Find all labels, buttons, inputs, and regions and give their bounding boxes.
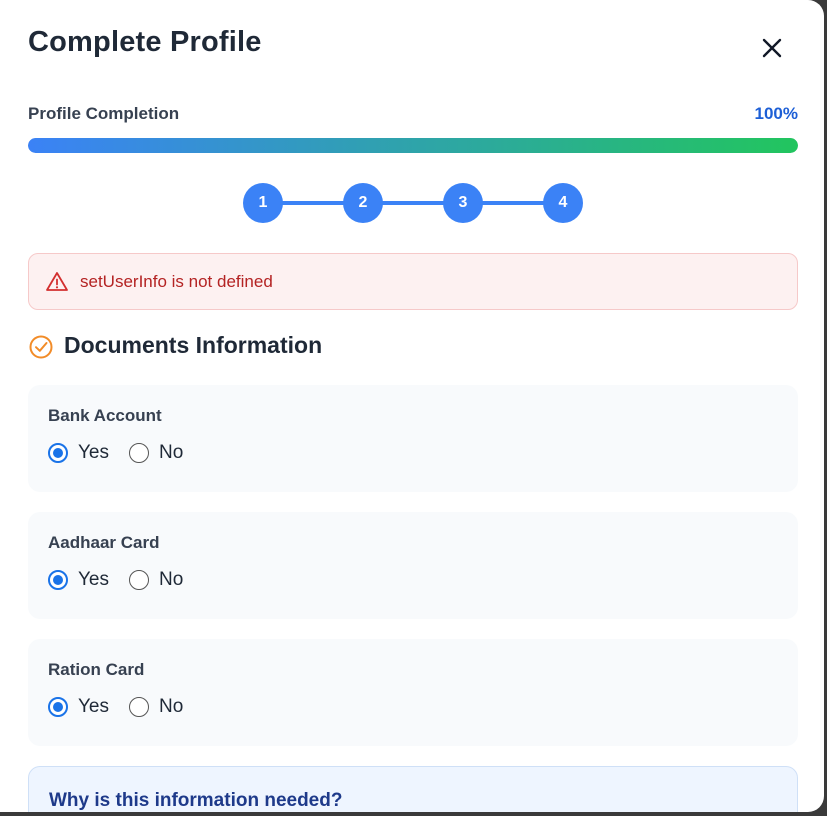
radio-label: No [159,696,184,717]
complete-profile-modal: Complete Profile Profile Completion 100%… [0,0,824,812]
profile-completion-label: Profile Completion [28,104,180,123]
radio-button[interactable] [48,570,68,590]
document-label: Aadhaar Card [48,533,160,552]
close-button[interactable] [757,33,787,63]
document-label: Ration Card [48,660,145,679]
document-card-ration-card: Ration Card Yes No [28,639,798,746]
radio-label: Yes [78,696,109,717]
step-4[interactable]: 4 [543,183,583,223]
close-icon [762,38,782,58]
info-title: Why is this information needed? [49,790,343,811]
warning-triangle-icon [46,271,68,291]
step-3[interactable]: 3 [443,183,483,223]
radio-option-no[interactable]: No [129,569,183,591]
error-message: setUserInfo is not defined [80,271,273,291]
radio-label: Yes [78,569,109,590]
radio-group: Yes No [48,569,203,591]
progress-bar [28,138,798,153]
radio-button[interactable] [48,443,68,463]
profile-completion-percent: 100% [754,104,798,123]
radio-button[interactable] [129,443,149,463]
radio-label: Yes [78,442,109,463]
radio-option-yes[interactable]: Yes [48,569,109,591]
radio-option-yes[interactable]: Yes [48,442,109,464]
section-title: Documents Information [64,331,323,358]
radio-button[interactable] [129,570,149,590]
radio-button[interactable] [48,697,68,717]
radio-option-no[interactable]: No [129,442,183,464]
radio-label: No [159,569,184,590]
radio-button[interactable] [129,697,149,717]
check-circle-icon [29,335,53,359]
radio-option-yes[interactable]: Yes [48,696,109,718]
document-card-bank-account: Bank Account Yes No [28,385,798,492]
stepper-connector [263,201,563,205]
modal-title: Complete Profile [28,26,262,58]
progress-fill [28,138,798,153]
step-1[interactable]: 1 [243,183,283,223]
document-card-aadhaar-card: Aadhaar Card Yes No [28,512,798,619]
radio-group: Yes No [48,696,203,718]
document-label: Bank Account [48,406,162,425]
radio-group: Yes No [48,442,203,464]
step-2[interactable]: 2 [343,183,383,223]
radio-option-no[interactable]: No [129,696,183,718]
section-header: Documents Information [28,330,322,360]
info-box: Why is this information needed? [28,766,798,812]
stepper: 1 2 3 4 [243,183,583,223]
error-alert: setUserInfo is not defined [28,253,798,310]
radio-label: No [159,442,184,463]
